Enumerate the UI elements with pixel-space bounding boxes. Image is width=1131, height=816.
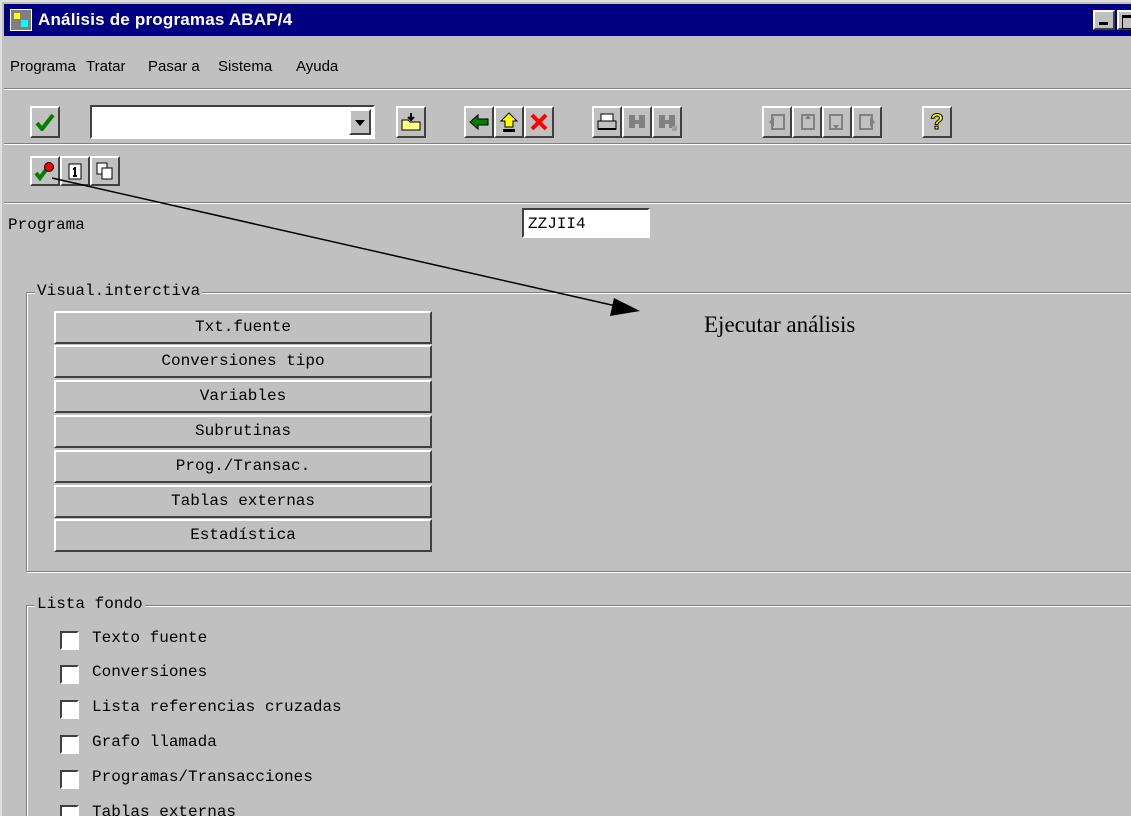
execute-icon bbox=[34, 162, 54, 181]
menu-pasar-a[interactable]: Pasar a bbox=[148, 58, 200, 75]
program-label: Programa bbox=[8, 216, 85, 234]
info-icon bbox=[68, 163, 82, 180]
separator bbox=[4, 88, 1131, 90]
command-field[interactable] bbox=[90, 105, 375, 139]
txt-fuente-button[interactable]: Txt.fuente bbox=[54, 311, 432, 344]
back-arrow-icon bbox=[469, 113, 489, 131]
copy-icon bbox=[96, 162, 113, 180]
title-bar[interactable]: Análisis de programas ABAP/4 bbox=[4, 4, 1131, 36]
save-button[interactable] bbox=[396, 106, 426, 138]
subrutinas-button[interactable]: Subrutinas bbox=[54, 415, 432, 448]
menu-sistema[interactable]: Sistema bbox=[218, 58, 272, 75]
previous-page-icon bbox=[801, 114, 815, 130]
first-page-icon bbox=[769, 114, 785, 130]
prog-transac-button[interactable]: Prog./Transac. bbox=[54, 450, 432, 483]
help-button[interactable]: ? bbox=[922, 106, 952, 138]
lista-fondo-title: Lista fondo bbox=[35, 595, 145, 613]
find-next-icon bbox=[659, 115, 677, 131]
enter-button[interactable] bbox=[30, 106, 60, 138]
variables-button[interactable]: Variables bbox=[54, 380, 432, 413]
checkbox-programas-transacciones[interactable] bbox=[60, 770, 79, 789]
find-next-button[interactable] bbox=[652, 106, 682, 138]
next-page-button[interactable] bbox=[822, 106, 852, 138]
copy-button[interactable] bbox=[90, 156, 120, 186]
checkbox-grafo-llamada[interactable] bbox=[60, 735, 79, 754]
checkbox-label: Conversiones bbox=[92, 663, 208, 681]
tablas-externas-button[interactable]: Tablas externas bbox=[54, 485, 432, 518]
find-icon bbox=[629, 115, 645, 128]
checkbox-label: Tablas externas bbox=[92, 803, 237, 816]
first-page-button[interactable] bbox=[762, 106, 792, 138]
menu-programa[interactable]: Programa bbox=[10, 58, 76, 75]
find-button[interactable] bbox=[622, 106, 652, 138]
checkbox-tablas-externas[interactable] bbox=[60, 805, 79, 816]
help-icon: ? bbox=[930, 109, 944, 135]
program-input[interactable]: ZZJII4 bbox=[522, 208, 650, 238]
checkbox-label: Texto fuente bbox=[92, 629, 208, 647]
chevron-down-icon[interactable] bbox=[349, 109, 371, 135]
next-page-icon bbox=[829, 114, 843, 130]
cancel-icon bbox=[530, 113, 548, 131]
estadistica-button[interactable]: Estadística bbox=[54, 519, 432, 552]
previous-page-button[interactable] bbox=[792, 106, 822, 138]
menu-ayuda[interactable]: Ayuda bbox=[296, 58, 338, 75]
print-button[interactable] bbox=[592, 106, 622, 138]
maximize-button[interactable] bbox=[1117, 10, 1131, 30]
minimize-button[interactable] bbox=[1093, 10, 1115, 30]
save-folder-icon bbox=[401, 113, 421, 131]
info-button[interactable] bbox=[60, 156, 90, 186]
checkbox-lista-referencias[interactable] bbox=[60, 700, 79, 719]
last-page-icon bbox=[859, 114, 875, 130]
sap-window: Análisis de programas ABAP/4 Programa Tr… bbox=[0, 0, 1131, 816]
visual-interactive-title: Visual.interctiva bbox=[35, 282, 203, 300]
program-input-value: ZZJII4 bbox=[528, 215, 586, 233]
conversiones-tipo-button[interactable]: Conversiones tipo bbox=[54, 345, 432, 378]
up-exit-icon bbox=[499, 112, 519, 132]
last-page-button[interactable] bbox=[852, 106, 882, 138]
print-icon bbox=[597, 113, 617, 130]
checkbox-label: Grafo llamada bbox=[92, 733, 217, 751]
check-icon bbox=[35, 113, 55, 131]
sap-app-icon[interactable] bbox=[10, 9, 32, 31]
checkbox-label: Lista referencias cruzadas bbox=[92, 698, 342, 716]
checkbox-conversiones[interactable] bbox=[60, 665, 79, 684]
separator bbox=[4, 143, 1131, 145]
annotation-label: Ejecutar análisis bbox=[704, 312, 856, 337]
execute-button[interactable] bbox=[30, 156, 60, 186]
back-button[interactable] bbox=[464, 106, 494, 138]
checkbox-label: Programas/Transacciones bbox=[92, 768, 313, 786]
window-title: Análisis de programas ABAP/4 bbox=[38, 10, 293, 29]
checkbox-texto-fuente[interactable] bbox=[60, 631, 79, 650]
exit-button[interactable] bbox=[494, 106, 524, 138]
menu-tratar[interactable]: Tratar bbox=[86, 58, 125, 75]
cancel-button[interactable] bbox=[524, 106, 554, 138]
separator bbox=[4, 202, 1131, 204]
